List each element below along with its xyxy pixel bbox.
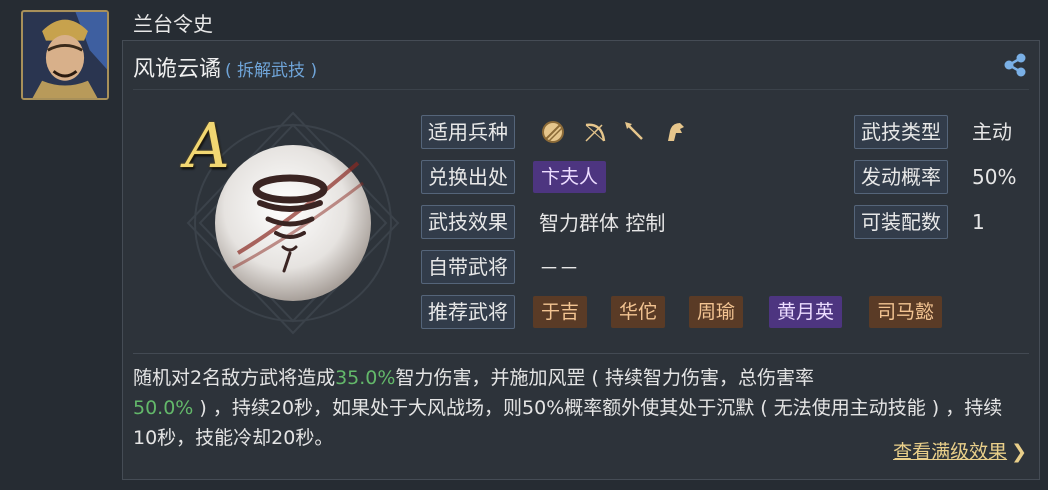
skill-name: 风诡云谲 [133,57,222,82]
trigger-rate-value: 50% [972,165,1017,189]
skill-type-value: 主动 [972,120,1012,144]
shield-icon [542,121,564,143]
label-innate-general: 自带武将 [421,250,515,284]
description-text: 随机对2名敌方武将造成 [133,367,336,389]
view-max-level-label: 查看满级效果 [893,441,1008,463]
skill-description: 随机对2名敌方武将造成35.0%智力伤害，并施加风罡 ( 持续智力伤害，总伤害率… [133,363,1023,453]
share-icon[interactable] [1001,51,1029,79]
horse-icon [668,123,684,141]
title-divider [133,89,1029,90]
label-unit-types: 适用兵种 [421,115,515,149]
label-trigger-rate: 发动概率 [854,160,948,194]
skill-grade: A [185,109,230,182]
spear-icon [625,122,643,140]
skill-card: 风诡云谲( 拆解武技 ) A 适用兵种 兑换出处 武技效果 自带武将 推荐武将 … [122,40,1040,480]
general-avatar[interactable] [21,10,109,100]
bow-icon [585,123,606,142]
description-highlight: 50.0% [133,397,194,419]
label-recommended-generals: 推荐武将 [421,295,515,329]
description-text: ) ，持续20秒，如果处于大风战场，则50%概率额外使其处于沉默 ( 无法使用主… [133,397,1003,449]
label-exchange-source: 兑换出处 [421,160,515,194]
description-text: 智力伤害，并施加风罡 ( 持续智力伤害，总伤害率 [395,367,814,389]
skill-effect-value: 智力群体 控制 [539,211,666,235]
description-highlight: 35.0% [335,367,396,389]
innate-general-value: －－ [539,256,579,280]
label-equip-count: 可装配数 [854,205,948,239]
label-skill-effect: 武技效果 [421,205,515,239]
recommended-general[interactable]: 于吉 [533,296,588,328]
skill-title: 风诡云谲( 拆解武技 ) [133,51,317,83]
recommended-general[interactable]: 华佗 [611,296,666,328]
description-divider [133,353,1029,354]
chevron-right-icon: ❯ [1011,441,1027,463]
recommended-general[interactable]: 司马懿 [869,296,943,328]
recommended-general[interactable]: 周瑜 [689,296,744,328]
owner-name: 兰台令史 [133,12,213,36]
recommended-general[interactable]: 黄月英 [769,296,843,328]
view-max-level-link[interactable]: 查看满级效果 ❯ [893,437,1027,464]
source-tag[interactable]: 卞夫人 [533,161,607,193]
label-skill-type: 武技类型 [854,115,948,149]
general-portrait-icon [23,12,107,98]
skill-subtitle: ( 拆解武技 ) [225,61,318,81]
equip-count-value: 1 [972,210,985,234]
